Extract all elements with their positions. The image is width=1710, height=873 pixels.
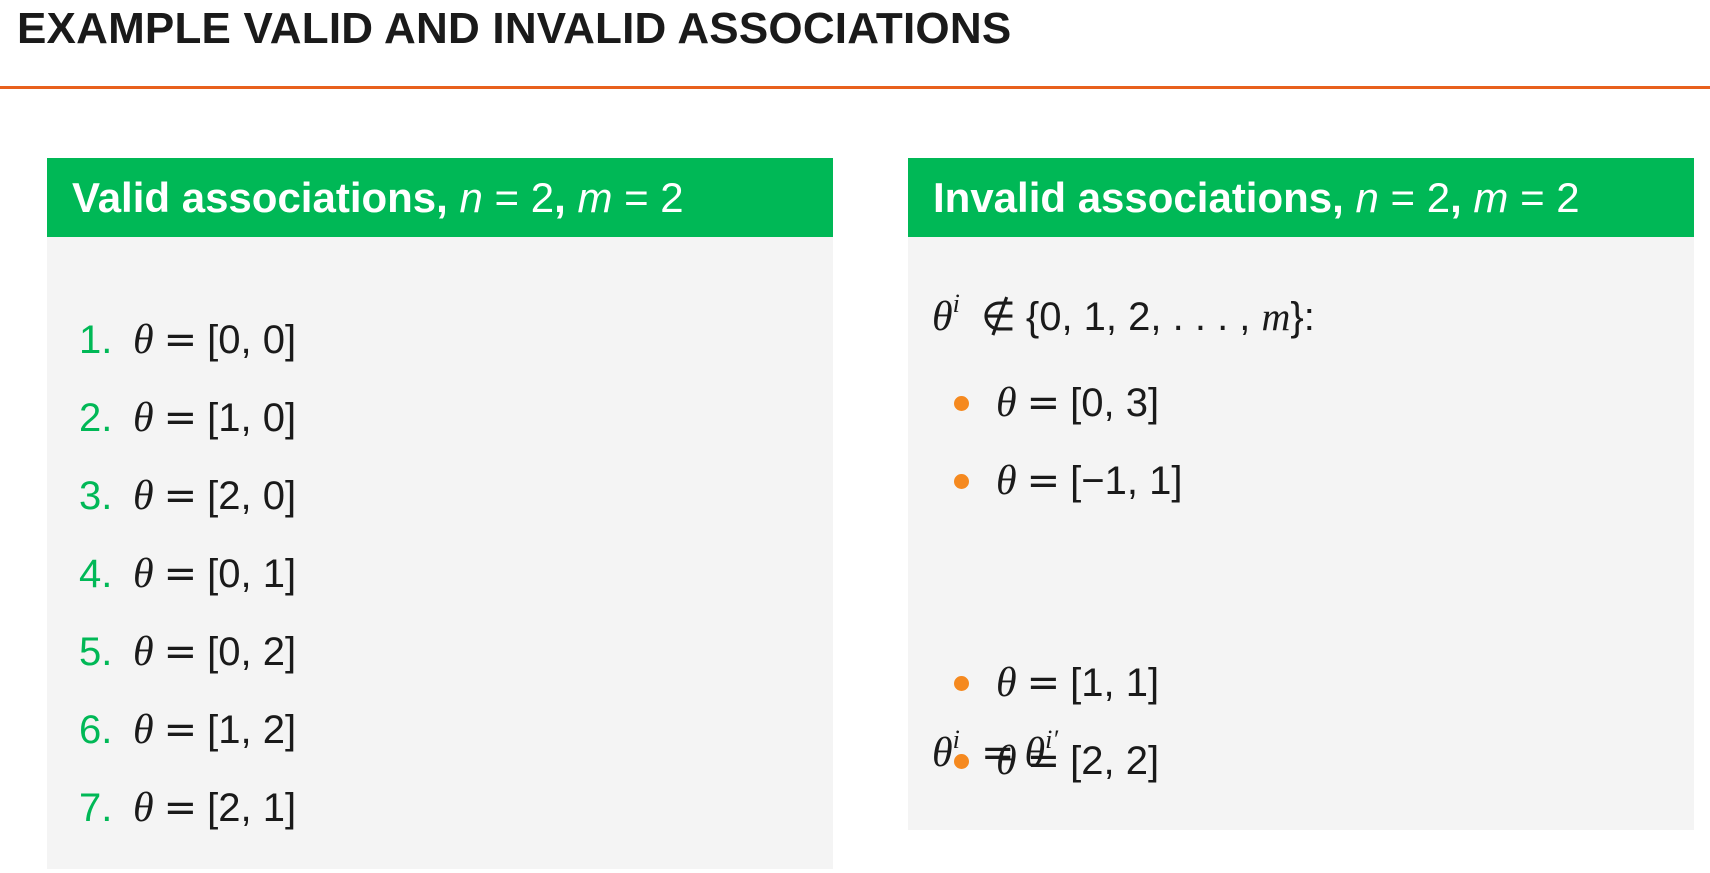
- theta-symbol: θ: [133, 707, 154, 753]
- equals-sign: =: [163, 629, 198, 675]
- association-vector: [2, 2]: [1070, 738, 1160, 783]
- association-vector: [0, 0]: [207, 318, 297, 362]
- list-item: θ = [1, 1]: [954, 644, 1159, 722]
- set-close: }:: [1290, 295, 1315, 339]
- list-item: 4. θ = [0, 1]: [79, 535, 296, 613]
- association-vector: [0, 2]: [207, 630, 297, 674]
- association-vector: [0, 3]: [1070, 380, 1160, 425]
- list-item: 6. θ = [1, 2]: [79, 691, 296, 769]
- list-item: 5. θ = [0, 2]: [79, 613, 296, 691]
- list-item: 3. θ = [2, 0]: [79, 457, 296, 535]
- equals-sign: =: [163, 551, 198, 597]
- list-item: θ = [2, 2]: [954, 722, 1159, 800]
- theta-symbol: θ: [133, 395, 154, 441]
- bullet-dot-icon: [954, 395, 969, 411]
- valid-header-n: n: [459, 174, 483, 221]
- equals-sign: =: [163, 317, 198, 363]
- list-item: 2. θ = [1, 0]: [79, 379, 296, 457]
- invalid-header-math: n = 2: [1355, 174, 1450, 221]
- set-open: {0, 1, 2, . . . ,: [1025, 295, 1262, 339]
- equals-sign: =: [1026, 380, 1061, 426]
- item-number: 5.: [79, 630, 113, 674]
- item-number: 1.: [79, 318, 113, 362]
- list-item: θ = [0, 3]: [954, 364, 1182, 442]
- rule-out-of-range: θi ∉ {0, 1, 2, . . . , m}:: [932, 274, 1315, 347]
- set-var-m: m: [1261, 294, 1291, 339]
- invalid-header-m-value: = 2: [1520, 174, 1580, 221]
- theta-symbol: θ: [133, 317, 154, 363]
- theta-symbol: θ: [133, 629, 154, 675]
- equals-sign: =: [1026, 458, 1061, 504]
- item-number: 2.: [79, 396, 113, 440]
- equals-sign: =: [163, 707, 198, 753]
- association-vector: [1, 2]: [207, 708, 297, 752]
- not-in-sign: ∉: [981, 294, 1016, 340]
- theta-symbol: θ: [133, 785, 154, 831]
- list-item: θ = [−1, 1]: [954, 442, 1182, 520]
- valid-header-label: Valid associations,: [72, 174, 460, 221]
- slide-title: EXAMPLE VALID AND INVALID ASSOCIATIONS: [17, 4, 1012, 53]
- theta-symbol: θ: [996, 380, 1017, 426]
- invalid-header-label: Invalid associations,: [933, 174, 1356, 221]
- equals-sign: =: [163, 473, 198, 519]
- item-number: 3.: [79, 474, 113, 518]
- association-vector: [2, 0]: [207, 474, 297, 518]
- equals-sign: =: [1026, 738, 1061, 784]
- valid-header-m-value: = 2: [624, 174, 684, 221]
- invalid-header-sep: ,: [1450, 174, 1474, 221]
- theta-symbol: θ: [932, 294, 953, 340]
- valid-associations-list: 1. θ = [0, 0] 2. θ = [1, 0] 3. θ = [2, 0…: [79, 301, 296, 847]
- bullet-dot-icon: [954, 753, 969, 769]
- association-vector: [0, 1]: [207, 552, 297, 596]
- invalid-header-n: n: [1355, 174, 1379, 221]
- item-number: 6.: [79, 708, 113, 752]
- equals-sign: =: [1026, 660, 1061, 706]
- valid-header-sep: ,: [554, 174, 578, 221]
- valid-header-m: m: [577, 174, 613, 221]
- list-item: 7. θ = [2, 1]: [79, 769, 296, 847]
- superscript-i: i: [952, 289, 960, 318]
- invalid-header-math-m: m = 2: [1473, 174, 1579, 221]
- association-vector: [1, 0]: [207, 396, 297, 440]
- theta-symbol: θ: [996, 660, 1017, 706]
- association-vector: [2, 1]: [207, 786, 297, 830]
- bullet-dot-icon: [954, 675, 969, 691]
- valid-header-math-m: m = 2: [577, 174, 683, 221]
- valid-associations-block: Valid associations, n = 2, m = 2 1. θ = …: [47, 158, 833, 869]
- item-number: 4.: [79, 552, 113, 596]
- out-of-range-examples: θ = [0, 3] θ = [−1, 1]: [954, 364, 1182, 520]
- valid-block-header: Valid associations, n = 2, m = 2: [47, 158, 833, 237]
- invalid-block-header: Invalid associations, n = 2, m = 2: [908, 158, 1694, 237]
- valid-header-n-value: = 2: [494, 174, 555, 221]
- title-underline: [0, 86, 1710, 89]
- invalid-header-n-value: = 2: [1390, 174, 1451, 221]
- list-item: 1. θ = [0, 0]: [79, 301, 296, 379]
- invalid-header-m: m: [1473, 174, 1509, 221]
- item-number: 7.: [79, 786, 113, 830]
- valid-header-math: n = 2: [460, 174, 555, 221]
- association-vector: [−1, 1]: [1070, 458, 1183, 503]
- bullet-dot-icon: [954, 473, 969, 489]
- theta-symbol: θ: [932, 730, 953, 776]
- theta-symbol: θ: [133, 473, 154, 519]
- equals-sign: =: [163, 785, 198, 831]
- theta-symbol: θ: [996, 458, 1017, 504]
- invalid-associations-block: Invalid associations, n = 2, m = 2 θi ∉{…: [908, 158, 1694, 830]
- theta-symbol: θ: [996, 738, 1017, 784]
- theta-symbol: θ: [133, 551, 154, 597]
- duplicate-examples: θ = [1, 1] θ = [2, 2]: [954, 644, 1159, 800]
- equals-sign: =: [163, 395, 198, 441]
- association-vector: [1, 1]: [1070, 660, 1160, 705]
